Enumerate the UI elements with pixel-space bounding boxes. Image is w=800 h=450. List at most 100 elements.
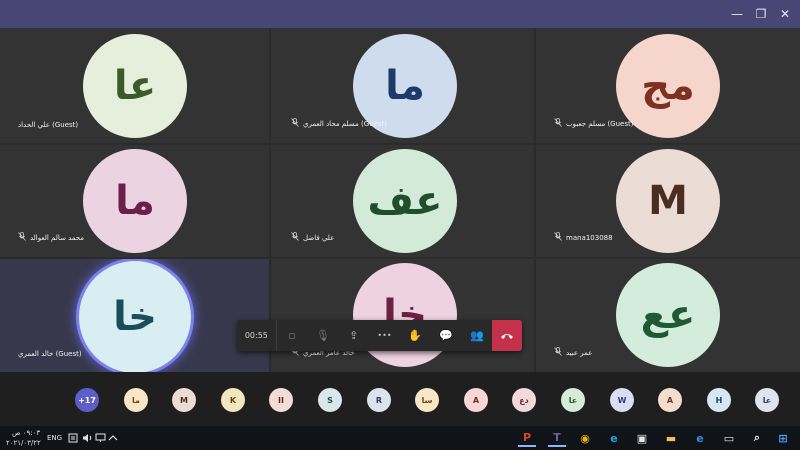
camera-off-icon: ▫ — [288, 329, 296, 342]
participant-name: علي الحداد (Guest) — [18, 121, 79, 129]
taskbar-clock-time[interactable]: ٠٩:٠٣ ص — [12, 429, 40, 437]
participant-avatar: عا — [83, 34, 187, 138]
edge-app[interactable]: e — [691, 429, 709, 447]
tile-khaled-alamri[interactable]: خا خالد العمري (Guest) — [0, 259, 269, 372]
participant-chip[interactable]: A — [464, 388, 488, 412]
search-app[interactable]: ⌕ — [748, 429, 766, 447]
tile-ali-alhaddad[interactable]: عا علي الحداد (Guest) — [0, 28, 269, 143]
participant-chip[interactable]: M — [172, 388, 196, 412]
mic-muted-icon — [291, 118, 299, 129]
raise-hand-button[interactable]: ✋ — [400, 320, 431, 351]
chat-icon: 💬 — [439, 329, 453, 342]
participant-chip[interactable]: عا — [755, 388, 779, 412]
chrome-app[interactable]: ◉ — [576, 429, 594, 447]
participant-name: مسلم جعبوب (Guest) — [566, 119, 634, 128]
internet-explorer-icon: e — [610, 431, 618, 445]
tile-muslim-jaaboob[interactable]: مج مسلم جعبوب (Guest) — [536, 28, 800, 143]
participant-name-label: علي الحداد (Guest) — [18, 121, 78, 129]
tray-expand-chevron-icon[interactable] — [104, 429, 122, 447]
participant-chip[interactable]: A — [658, 388, 682, 412]
share-screen-icon: ⇪ — [349, 329, 359, 342]
search-icon: ⌕ — [753, 431, 761, 444]
participant-name-label: mana103088 — [554, 232, 613, 243]
tile-muslim-alamri[interactable]: ما مسلم محاد العمري (Guest) — [271, 28, 534, 143]
participant-chip[interactable]: عا — [561, 388, 585, 412]
participant-chip[interactable]: سا — [415, 388, 439, 412]
participant-name-label: مسلم محاد العمري (Guest) — [291, 118, 387, 129]
participant-avatar: ما — [83, 149, 187, 253]
powerpoint-app[interactable]: P — [518, 429, 536, 447]
participant-chip[interactable]: R — [367, 388, 391, 412]
participant-avatar: عف — [353, 149, 457, 253]
taskbar-language[interactable]: ENG — [47, 434, 62, 442]
hang-up-button[interactable] — [492, 320, 522, 351]
task-view-app[interactable]: ▭ — [720, 429, 738, 447]
participant-avatar: عع — [616, 263, 720, 367]
ie-app[interactable]: e — [605, 429, 623, 447]
participant-name-label: خالد العمري (Guest) — [18, 350, 82, 358]
mic-off-icon: 🎙 — [315, 329, 330, 342]
participant-name-label: مسلم جعبوب (Guest) — [554, 118, 633, 129]
participant-name-label: علي فاضل — [291, 232, 334, 243]
folder-icon: ▬ — [665, 431, 677, 445]
store-app[interactable]: ▣ — [633, 429, 651, 447]
mic-muted-icon — [554, 347, 562, 358]
participant-name: مسلم محاد العمري (Guest) — [303, 119, 388, 128]
participant-name: خالد العمري (Guest) — [18, 350, 82, 358]
participant-name-label: عمر عبيد — [554, 347, 592, 358]
teams-app[interactable]: T — [548, 429, 566, 447]
participants-icon: 👥 — [469, 329, 484, 342]
explorer-app[interactable]: ▬ — [662, 429, 680, 447]
windows-taskbar: ٠٩:٠٣ ص ٢٠٢١/٠٣/٢٢ ENG P T ◉ e ▣ ▬ e ▭ ⌕ ⊞ — [0, 426, 800, 450]
minimize-icon: — — [731, 7, 743, 21]
tile-omar-obaid[interactable]: عع عمر عبيد — [536, 259, 800, 372]
participant-chip[interactable]: K — [221, 388, 245, 412]
participants-button[interactable]: 👥 — [461, 320, 492, 351]
participant-chip[interactable]: H — [707, 388, 731, 412]
chrome-icon: ◉ — [580, 431, 590, 445]
title-bar: — ❐ ✕ — [0, 0, 800, 28]
maximize-icon: ❐ — [755, 7, 767, 21]
participant-chip[interactable]: ما — [124, 388, 148, 412]
participant-avatar: خا — [79, 261, 191, 372]
share-screen-button[interactable]: ⇪ — [338, 320, 369, 351]
mic-off-button[interactable]: 🎙 — [308, 320, 339, 351]
participant-chip[interactable]: W — [610, 388, 634, 412]
participant-chip[interactable]: II — [269, 388, 293, 412]
call-controls-bar: 00:55 ▫ 🎙 ⇪ ••• ✋ 💬 👥 — [237, 320, 522, 351]
taskbar-clock-date[interactable]: ٢٠٢١/٠٣/٢٢ — [6, 439, 41, 447]
mic-muted-icon — [291, 232, 299, 243]
participant-name: محمد سالم العوالد — [30, 233, 85, 242]
participant-avatar: M — [616, 149, 720, 253]
overflow-participants-strip: +17 ما M K II S R سا A دع عا W A H عا — [0, 372, 800, 426]
camera-off-button[interactable]: ▫ — [277, 320, 308, 351]
mic-muted-icon — [554, 118, 562, 129]
tile-ali-fadhel[interactable]: عف علي فاضل — [271, 145, 534, 257]
mic-muted-icon — [18, 232, 26, 243]
participant-avatar: خا — [353, 263, 457, 367]
hand-icon: ✋ — [408, 329, 423, 342]
more-icon: ••• — [377, 331, 392, 340]
participant-name: mana103088 — [566, 233, 613, 242]
mic-muted-icon — [554, 232, 562, 243]
tile-khaled-amer[interactable]: خا خالد عامر العمري — [271, 259, 534, 372]
participant-name: علي فاضل — [303, 233, 335, 242]
call-timer: 00:55 — [237, 320, 277, 351]
edge-icon: e — [696, 431, 704, 445]
close-button[interactable]: ✕ — [768, 0, 800, 28]
windows-start-icon: ⊞ — [778, 431, 788, 445]
participant-name: عمر عبيد — [566, 348, 593, 357]
tile-mana103088[interactable]: Mmana103088 — [536, 145, 800, 257]
more-actions-button[interactable]: ••• — [369, 320, 400, 351]
start-app[interactable]: ⊞ — [774, 429, 792, 447]
hang-up-icon — [501, 333, 514, 339]
store-icon: ▣ — [636, 431, 648, 445]
participant-chip[interactable]: دع — [512, 388, 536, 412]
teams-icon: T — [553, 430, 561, 444]
participant-name-label: محمد سالم العوالد — [18, 232, 84, 243]
task-view-icon: ▭ — [723, 431, 735, 445]
participant-chip[interactable]: S — [318, 388, 342, 412]
more-participants-chip[interactable]: +17 — [75, 388, 99, 412]
chat-button[interactable]: 💬 — [431, 320, 462, 351]
tile-mohammed-alawaled[interactable]: ما محمد سالم العوالد — [0, 145, 269, 257]
